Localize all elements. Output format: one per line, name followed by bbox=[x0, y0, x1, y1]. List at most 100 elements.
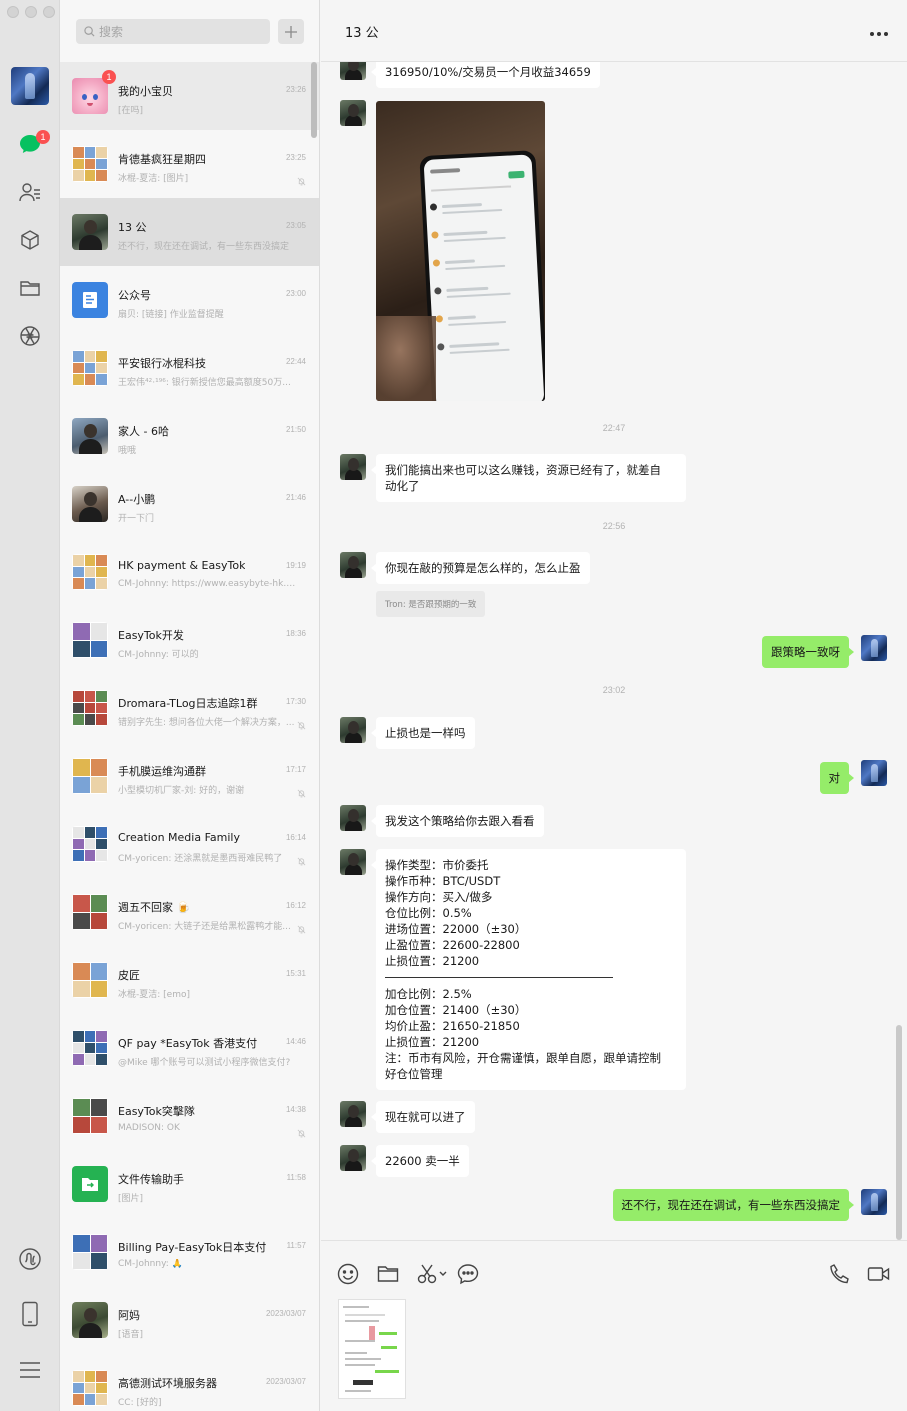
chat-list-item[interactable]: 13 公 23:05 还不行，现在还在调试，有一些东西没搞定 bbox=[60, 198, 319, 266]
sender-avatar[interactable] bbox=[340, 805, 366, 831]
strategy-line: 操作方向：买入/做多 bbox=[385, 890, 493, 904]
strategy-message-bubble[interactable]: 操作类型：市价委托 操作币种：BTC/USDT 操作方向：买入/做多 仓位比例：0.5… bbox=[371, 849, 686, 1090]
timestamp: 22:47 bbox=[602, 423, 626, 433]
chat-time: 22:44 bbox=[285, 357, 306, 366]
chat-list-item[interactable]: EasyTok突擊隊 14:38 MADISON: OK bbox=[60, 1082, 319, 1150]
chat-list-item[interactable]: HK payment & EasyTok 19:19 CM-Johnny: http… bbox=[60, 538, 319, 606]
quoted-reply[interactable]: Tron: 是否跟预期的一致 bbox=[376, 591, 486, 617]
sender-avatar[interactable] bbox=[340, 552, 366, 578]
settings-menu-button[interactable] bbox=[16, 1356, 44, 1384]
chat-list-item[interactable]: 皮匠 15:31 冰棍-夏洁: [emo] bbox=[60, 946, 319, 1014]
voice-call-button[interactable] bbox=[829, 1263, 851, 1289]
moments-nav-button[interactable] bbox=[16, 322, 44, 350]
files-nav-button[interactable] bbox=[16, 274, 44, 302]
muted-bell-icon bbox=[297, 715, 306, 734]
folder-icon bbox=[20, 281, 40, 296]
sender-avatar[interactable] bbox=[340, 717, 366, 743]
chat-unread-badge: 1 bbox=[36, 130, 50, 144]
timestamp: 23:02 bbox=[602, 685, 626, 695]
chat-list-scrollbar[interactable] bbox=[311, 62, 317, 138]
chat-time: 11:58 bbox=[286, 1173, 306, 1182]
my-message-avatar[interactable] bbox=[861, 635, 887, 661]
window-controls bbox=[7, 6, 55, 18]
favorites-nav-button[interactable] bbox=[16, 226, 44, 254]
muted-bell-icon bbox=[297, 1123, 306, 1142]
close-window-button[interactable] bbox=[7, 6, 19, 18]
message-scrollbar[interactable] bbox=[896, 1025, 902, 1240]
sender-avatar[interactable] bbox=[340, 100, 366, 126]
chat-list-item[interactable]: 文件传输助手 11:58 [图片] bbox=[60, 1150, 319, 1218]
chat-list-item[interactable]: 週五不回家 🍺 16:12 CM-yoricen: 大链子还是给黑松露鸭才能... bbox=[60, 878, 319, 946]
conversation-header: 13 公 bbox=[321, 0, 907, 62]
chat-list-item[interactable]: QF pay *EasyTok 香港支付 14:46 @Mike 哪个账号可以测试小… bbox=[60, 1014, 319, 1082]
chat-list-item[interactable]: 高德测试环境服务器 2023/03/07 CC: [好的] bbox=[60, 1354, 319, 1411]
chat-avatar bbox=[72, 146, 108, 182]
sender-avatar[interactable] bbox=[340, 1145, 366, 1171]
chat-list-item[interactable]: Billing Pay-EasyTok日本支付 11:57 CM-Johnny: 🙏 bbox=[60, 1218, 319, 1286]
chat-time: 14:46 bbox=[285, 1037, 306, 1046]
message-bubble[interactable]: 22600 卖一半 bbox=[371, 1145, 469, 1177]
chat-list-item[interactable]: 平安银行冰棍科技 22:44 王宏伟⁴²·¹⁹⁶: 银行新授信您最高额度50万... bbox=[60, 334, 319, 402]
strategy-line: 操作币种：BTC/USDT bbox=[385, 874, 501, 888]
zoom-window-button[interactable] bbox=[43, 6, 55, 18]
sender-avatar[interactable] bbox=[340, 1101, 366, 1127]
image-message[interactable] bbox=[376, 101, 545, 401]
phone-device-button[interactable] bbox=[16, 1300, 44, 1328]
chat-avatar bbox=[72, 1234, 108, 1270]
pasted-image-thumbnail[interactable] bbox=[338, 1299, 406, 1399]
chat-list-item[interactable]: 公众号 23:00 扇贝: [链接] 作业监督提醒 bbox=[60, 266, 319, 334]
chat-list-item[interactable]: EasyTok开发 18:36 CM-Johnny: 可以的 bbox=[60, 606, 319, 674]
scissors-icon bbox=[417, 1264, 447, 1284]
screenshot-button[interactable] bbox=[417, 1263, 449, 1289]
chats-nav-button[interactable]: 1 bbox=[16, 130, 50, 158]
hamburger-menu-icon bbox=[20, 1362, 40, 1378]
my-avatar[interactable] bbox=[11, 67, 49, 105]
contacts-nav-button[interactable] bbox=[16, 178, 44, 206]
message-bubble[interactable]: 我们能搞出来也可以这么赚钱，资源已经有了，就差自 动化了 bbox=[371, 454, 686, 502]
mini-programs-button[interactable] bbox=[16, 1245, 44, 1273]
chat-time: 2023/03/07 bbox=[265, 1377, 306, 1386]
chat-list-item[interactable]: 家人 - 6哈 21:50 哦哦 bbox=[60, 402, 319, 470]
chat-name: Billing Pay-EasyTok日本支付 bbox=[118, 1241, 267, 1254]
chat-list-item[interactable]: 肯德基疯狂星期四 23:25 冰棍-夏洁: [图片] bbox=[60, 130, 319, 198]
message-bubble[interactable]: 你现在敲的预算是怎么样的，怎么止盈 bbox=[371, 552, 590, 584]
my-message-avatar[interactable] bbox=[861, 1189, 887, 1215]
send-file-button[interactable] bbox=[377, 1265, 399, 1287]
chat-history-button[interactable] bbox=[457, 1263, 479, 1289]
chat-list-item[interactable]: 阿妈 2023/03/07 [语音] bbox=[60, 1286, 319, 1354]
my-message-bubble[interactable]: 跟策略一致呀 bbox=[762, 636, 854, 668]
emoji-button[interactable] bbox=[337, 1263, 359, 1289]
my-message-avatar[interactable] bbox=[861, 760, 887, 786]
chat-name: QF pay *EasyTok 香港支付 bbox=[118, 1037, 258, 1050]
my-message-bubble[interactable]: 还不行，现在还在调试，有一些东西没搞定 bbox=[612, 1189, 854, 1221]
chat-preview: 开一下门 bbox=[118, 514, 155, 524]
chat-list-item[interactable]: Creation Media Family 16:14 CM-yoricen: 还涂… bbox=[60, 810, 319, 878]
phone-icon bbox=[830, 1264, 849, 1284]
chat-list-item[interactable]: 1 我的小宝贝 23:26 [在吗] bbox=[60, 62, 319, 130]
chat-avatar bbox=[72, 1370, 108, 1406]
message-bubble[interactable]: 316950/10%/交易员一个月收益34659 bbox=[371, 62, 600, 88]
chat-avatar bbox=[72, 894, 108, 930]
new-chat-button[interactable] bbox=[278, 19, 304, 44]
video-call-button[interactable] bbox=[867, 1265, 891, 1287]
my-message-bubble[interactable]: 对 bbox=[819, 762, 854, 794]
sender-avatar[interactable] bbox=[340, 62, 366, 80]
chat-preview: 还不行，现在还在调试，有一些东西没搞定 bbox=[118, 242, 290, 252]
chat-list-item[interactable]: 手机膜运维沟通群 17:17 小型模切机厂家-刘: 好的，谢谢 bbox=[60, 742, 319, 810]
message-bubble[interactable]: 止损也是一样吗 bbox=[371, 717, 475, 749]
sender-avatar[interactable] bbox=[340, 849, 366, 875]
chat-avatar bbox=[72, 826, 108, 862]
sender-avatar[interactable] bbox=[340, 454, 366, 480]
message-bubble[interactable]: 现在就可以进了 bbox=[371, 1101, 475, 1133]
more-options-button[interactable] bbox=[869, 22, 889, 41]
mini-program-icon bbox=[19, 1248, 41, 1270]
minimize-window-button[interactable] bbox=[25, 6, 37, 18]
chat-list-panel: 搜索 1 我的小宝贝 23:26 [在吗] 肯德基疯狂星期四 23:25 冰棍-夏洁: [图… bbox=[60, 0, 320, 1411]
chat-name: 文件传输助手 bbox=[118, 1173, 184, 1186]
message-bubble[interactable]: 我发这个策略给你去跟入看看 bbox=[371, 805, 544, 837]
chat-name: 肯德基疯狂星期四 bbox=[118, 153, 206, 166]
chat-list-item[interactable]: Dromara-TLog日志追踪1群 17:30 错别字先生: 想问各位大佬一个解决… bbox=[60, 674, 319, 742]
chat-list-item[interactable]: A--小鹏 21:46 开一下门 bbox=[60, 470, 319, 538]
search-box[interactable]: 搜索 bbox=[76, 19, 270, 44]
message-history: 316950/10%/交易员一个月收益34659 22:47 我们能搞出来也可以… bbox=[321, 62, 907, 1240]
